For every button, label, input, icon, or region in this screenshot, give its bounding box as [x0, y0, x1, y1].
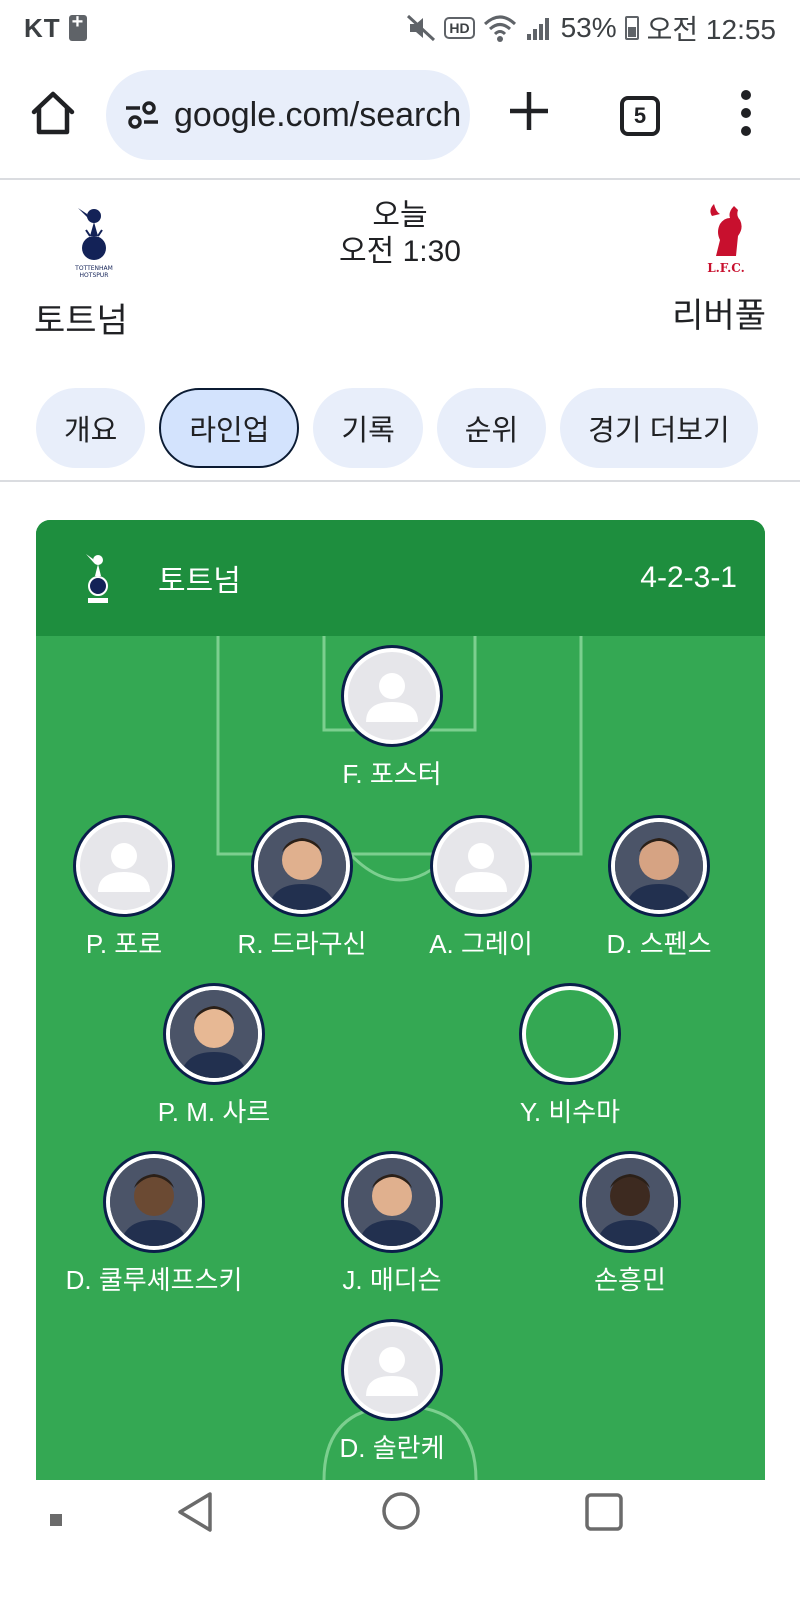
player-name: 손흥민 [594, 1265, 666, 1295]
signal-icon [526, 18, 549, 40]
player-name: D. 스펜스 [606, 929, 712, 959]
player-5[interactable]: D. 스펜스 [559, 818, 759, 961]
lineup-team-name: 토트넘 [158, 565, 241, 598]
dot-icon[interactable] [48, 1512, 64, 1528]
tabs-divider [0, 480, 800, 482]
player-name: Y. 비수마 [519, 1097, 621, 1127]
tab-standings[interactable]: 순위 [436, 388, 547, 468]
liverpool-crest-icon: L.F.C. [707, 204, 745, 275]
match-header: TOTTENHAM HOTSPUR 토트넘 오늘 오전 1:30 L.F.C. … [0, 180, 800, 360]
battery-percent: 53% [560, 12, 617, 43]
player-3[interactable]: R. 드라구신 [202, 818, 402, 961]
home-nav-icon[interactable] [380, 1490, 422, 1532]
system-nav-bar [0, 1490, 800, 1600]
player-name: D. 솔란케 [339, 1433, 445, 1463]
sim-card-icon [68, 11, 87, 41]
player-11[interactable]: D. 솔란케 [292, 1322, 492, 1465]
lineup-header: 토트넘 4-2-3-1 [36, 520, 765, 636]
player-photo [344, 1154, 440, 1250]
away-team[interactable]: L.F.C. 리버풀 [672, 196, 766, 337]
player-photo [166, 986, 262, 1082]
tab-overview[interactable]: 개요 [36, 388, 146, 468]
player-name: R. 드라구신 [237, 929, 367, 959]
home-team-name: 토트넘 [34, 302, 128, 340]
tottenham-crest-icon [86, 554, 108, 603]
address-bar[interactable]: google.com/search [106, 70, 470, 160]
home-icon[interactable] [28, 88, 78, 138]
carrier-label: KT [24, 12, 61, 43]
player-1[interactable]: F. 포스터 [292, 648, 492, 791]
new-tab-icon[interactable] [506, 88, 552, 134]
formation-label: 4-2-3-1 [640, 561, 737, 594]
player-name: F. 포스터 [342, 759, 442, 789]
svg-text:HOTSPUR: HOTSPUR [80, 272, 109, 279]
player-name: P. 포로 [85, 929, 163, 959]
back-icon[interactable] [174, 1490, 216, 1534]
player-photo [582, 1154, 678, 1250]
player-9[interactable]: J. 매디슨 [292, 1154, 492, 1297]
tab-stats[interactable]: 기록 [313, 388, 423, 468]
player-8[interactable]: D. 쿨루셰프스키 [54, 1154, 254, 1297]
browser-toolbar: google.com/search 5 [0, 66, 800, 166]
person-placeholder-icon [433, 818, 529, 914]
site-settings-icon[interactable] [124, 100, 160, 130]
match-tabs: 개요 라인업 기록 순위 경기 더보기 [36, 388, 758, 468]
hd-voice-icon: HD [444, 17, 475, 39]
tab-more-matches[interactable]: 경기 더보기 [560, 388, 758, 468]
recents-icon[interactable] [584, 1492, 624, 1532]
player-6[interactable]: P. M. 사르 [114, 986, 314, 1129]
empty-avatar [522, 986, 618, 1082]
person-placeholder-icon [344, 1322, 440, 1418]
tab-switcher-button[interactable]: 5 [620, 96, 660, 136]
player-10[interactable]: 손흥민 [530, 1154, 730, 1297]
person-placeholder-icon [344, 648, 440, 744]
player-name: A. 그레이 [429, 929, 533, 959]
player-7[interactable]: Y. 비수마 [470, 986, 670, 1129]
player-photo [611, 818, 707, 914]
status-bar: KT HD 53% 오전 12:55 [0, 0, 800, 56]
tab-lineup[interactable]: 라인업 [159, 388, 300, 468]
wifi-icon [483, 15, 516, 42]
player-photo [254, 818, 350, 914]
player-name: D. 쿨루셰프스키 [65, 1265, 243, 1295]
pitch: F. 포스터 P. 포로 R. 드라구신 A. 그레이 D. 스펜스 P. M. 사르 Y.… [36, 636, 765, 1480]
battery-icon [624, 16, 639, 40]
mute-icon [407, 14, 436, 42]
clock: 오전 12:55 [646, 14, 776, 45]
player-photo [106, 1154, 202, 1250]
more-menu-icon[interactable] [736, 90, 756, 136]
player-2[interactable]: P. 포로 [36, 818, 224, 961]
player-name: J. 매디슨 [342, 1265, 442, 1295]
url-text[interactable]: google.com/search [174, 96, 461, 135]
svg-text:L.F.C.: L.F.C. [707, 261, 745, 275]
player-name: P. M. 사르 [157, 1097, 271, 1127]
person-placeholder-icon [76, 818, 172, 914]
away-team-name: 리버풀 [672, 297, 766, 335]
player-4[interactable]: A. 그레이 [381, 818, 581, 961]
lineup-card: 토트넘 4-2-3-1 F. 포스터 P. 포로 R. 드라구신 A. 그레이 D. 스… [36, 520, 765, 1480]
